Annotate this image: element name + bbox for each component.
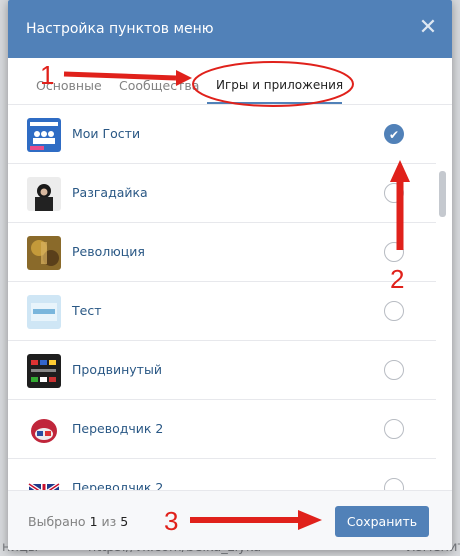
app-avatar-riddle <box>27 177 61 211</box>
annotation-number-3: 3 <box>164 506 179 536</box>
app-name[interactable]: Тест <box>72 303 101 318</box>
app-avatar-translator <box>27 413 61 447</box>
selected-counter: Выбрано 1 из 5 <box>28 514 128 529</box>
menu-settings-dialog: Настройка пунктов меню ✕ Основные Сообще… <box>8 0 452 550</box>
app-avatar-advanced <box>27 354 61 388</box>
app-checkbox[interactable] <box>384 419 404 439</box>
tab-communities[interactable]: Сообщества <box>119 78 199 93</box>
list-item[interactable]: Разгадайка <box>8 164 436 223</box>
app-checkbox[interactable]: ✔ <box>384 124 404 144</box>
app-checkbox[interactable] <box>384 242 404 262</box>
active-tab-indicator <box>207 102 342 104</box>
app-checkbox[interactable] <box>384 301 404 321</box>
list-item[interactable]: Тест <box>8 282 436 341</box>
app-avatar-translator-2 <box>27 472 61 490</box>
scrollbar-thumb[interactable] <box>439 171 446 217</box>
annotation-number-2: 2 <box>390 264 405 294</box>
app-avatar-revolution <box>27 236 61 270</box>
dialog-footer: Выбрано 1 из 5 Сохранить <box>8 490 452 550</box>
list-item[interactable]: Мои Гости ✔ <box>8 105 436 164</box>
app-checkbox[interactable] <box>384 183 404 203</box>
dialog-title: Настройка пунктов меню <box>26 21 214 37</box>
list-item[interactable]: Продвинутый <box>8 341 436 400</box>
list-item[interactable]: Переводчик 2 <box>8 459 436 490</box>
app-name[interactable]: Революция <box>72 244 145 259</box>
tab-games-apps[interactable]: Игры и приложения <box>216 78 343 92</box>
app-avatar-my-guests <box>27 118 61 152</box>
counter-mid: из <box>101 514 117 529</box>
annotation-number-1: 1 <box>40 60 55 90</box>
tab-bar: Основные Сообщества Игры и приложения <box>8 58 452 105</box>
list-item[interactable]: Революция <box>8 223 436 282</box>
app-name[interactable]: Мои Гости <box>72 126 140 141</box>
list-item[interactable]: Переводчик 2 <box>8 400 436 459</box>
dialog-header: Настройка пунктов меню ✕ <box>8 0 452 58</box>
counter-prefix: Выбрано <box>28 514 86 529</box>
app-name[interactable]: Продвинутый <box>72 362 162 377</box>
list-scrollbar[interactable] <box>438 105 448 490</box>
counter-total: 5 <box>120 514 129 529</box>
apps-list: Мои Гости ✔ Разгадайка Революция Тест Пр… <box>8 105 436 490</box>
app-name[interactable]: Разгадайка <box>72 185 148 200</box>
close-icon[interactable]: ✕ <box>418 17 438 39</box>
app-checkbox[interactable] <box>384 360 404 380</box>
save-button[interactable]: Сохранить <box>335 506 429 537</box>
app-name[interactable]: Переводчик 2 <box>72 480 163 490</box>
app-checkbox[interactable] <box>384 478 404 490</box>
app-avatar-test <box>27 295 61 329</box>
counter-selected: 1 <box>89 514 98 529</box>
app-name[interactable]: Переводчик 2 <box>72 421 163 436</box>
